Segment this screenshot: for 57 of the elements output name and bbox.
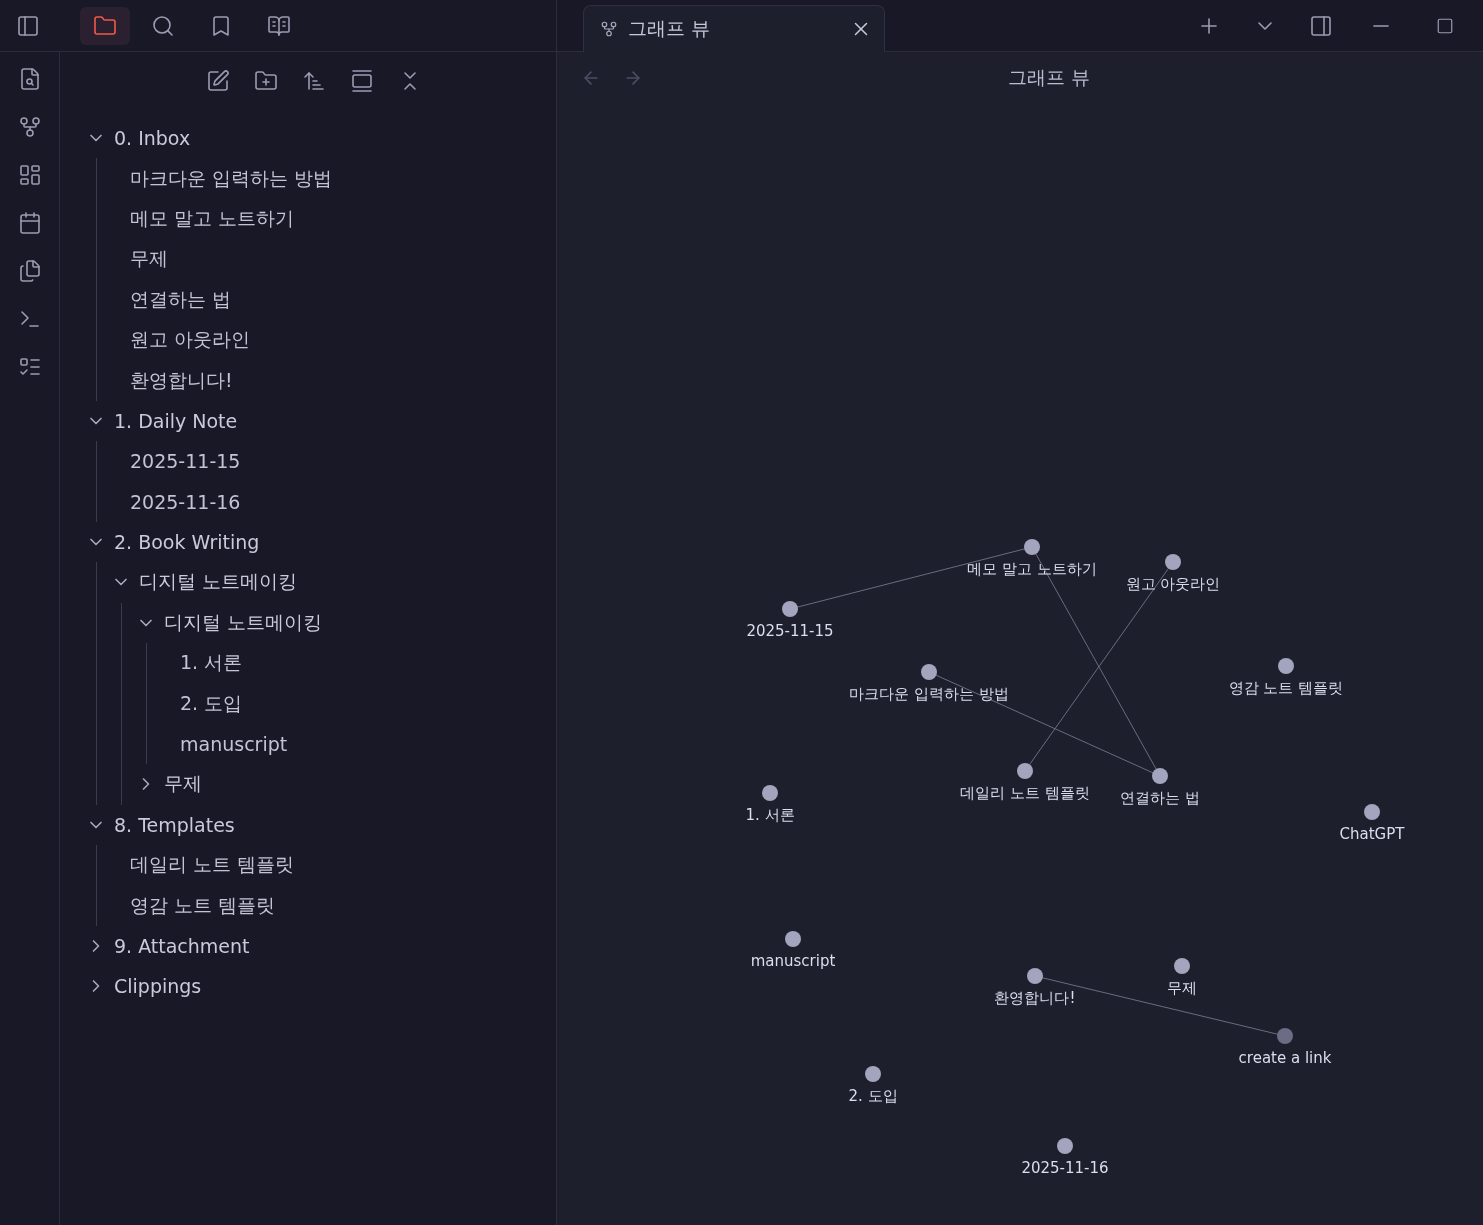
node-label: 원고 아웃라인: [1125, 575, 1221, 594]
graph-node[interactable]: [1278, 658, 1294, 674]
graph-node[interactable]: [1174, 958, 1190, 974]
file-item[interactable]: 2025-11-16: [130, 490, 241, 513]
folder-item[interactable]: 무제: [160, 771, 202, 798]
graph-node[interactable]: [865, 1066, 881, 1082]
node-label: 2. 도입: [848, 1087, 898, 1106]
file-item[interactable]: 마크다운 입력하는 방법: [130, 165, 333, 192]
graph-node[interactable]: [1017, 763, 1033, 779]
graph-tab[interactable]: 그래프 뷰: [583, 5, 885, 52]
file-item[interactable]: manuscript: [180, 733, 288, 756]
node-label: 영감 노트 템플릿: [1228, 679, 1344, 698]
view-title: 그래프 뷰: [1008, 65, 1091, 90]
file-item[interactable]: 데일리 노트 템플릿: [130, 852, 295, 879]
folder-item[interactable]: 9. Attachment: [110, 935, 250, 957]
node-label: create a link: [1238, 1049, 1332, 1067]
node-label: 2025-11-15: [746, 622, 834, 640]
graph-node[interactable]: [1024, 539, 1040, 555]
folder-icon[interactable]: [80, 6, 130, 45]
file-item[interactable]: 환영합니다!: [130, 367, 233, 394]
file-item[interactable]: 1. 서론: [180, 650, 243, 677]
file-item[interactable]: 원고 아웃라인: [130, 327, 251, 354]
folder-item[interactable]: 디지털 노트메이킹: [160, 609, 323, 636]
file-item[interactable]: 2. 도입: [180, 690, 243, 717]
graph-node[interactable]: [1152, 768, 1168, 784]
node-label: ChatGPT: [1339, 825, 1405, 843]
graph-node[interactable]: [1277, 1028, 1293, 1044]
node-label: 무제: [1167, 979, 1197, 998]
folder-item[interactable]: 1. Daily Note: [110, 409, 238, 432]
node-label: 연결하는 법: [1120, 789, 1200, 808]
file-item[interactable]: 메모 말고 노트하기: [130, 205, 295, 232]
node-label: 마크다운 입력하는 방법: [849, 685, 1009, 704]
folder-item[interactable]: 8. Templates: [110, 813, 235, 836]
graph-node[interactable]: [762, 785, 778, 801]
folder-item[interactable]: Clippings: [110, 975, 202, 998]
file-item[interactable]: 영감 노트 템플릿: [130, 892, 276, 919]
graph-node[interactable]: [1364, 804, 1380, 820]
folder-item[interactable]: 디지털 노트메이킹: [135, 569, 298, 596]
node-label: 메모 말고 노트하기: [967, 560, 1097, 579]
file-item[interactable]: 연결하는 법: [130, 286, 232, 313]
folder-item[interactable]: 2. Book Writing: [110, 531, 260, 554]
folder-item[interactable]: 0. Inbox: [110, 127, 191, 150]
node-label: 데일리 노트 템플릿: [960, 784, 1090, 803]
node-label: 환영합니다!: [994, 989, 1076, 1008]
node-label: 1. 서론: [745, 806, 795, 825]
graph-node[interactable]: [921, 664, 937, 680]
graph-node[interactable]: [782, 601, 798, 617]
node-label: manuscript: [750, 952, 836, 970]
graph-node[interactable]: [1027, 968, 1043, 984]
graph-node[interactable]: [1165, 554, 1181, 570]
graph-icon: [600, 20, 618, 38]
file-item[interactable]: 2025-11-15: [130, 450, 241, 473]
tab-title: 그래프 뷰: [628, 16, 712, 41]
node-label: 2025-11-16: [1021, 1159, 1109, 1177]
graph-node[interactable]: [785, 931, 801, 947]
file-item[interactable]: 무제: [130, 246, 168, 273]
graph-node[interactable]: [1057, 1138, 1073, 1154]
